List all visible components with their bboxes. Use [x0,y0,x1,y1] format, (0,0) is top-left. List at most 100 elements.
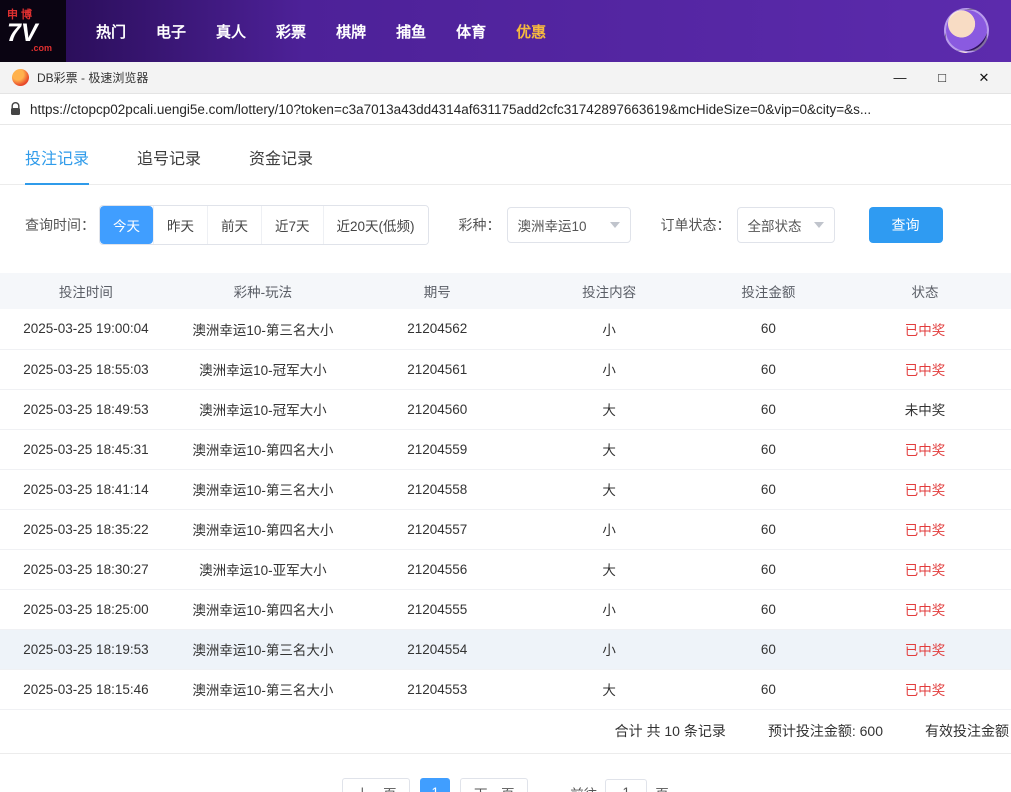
status-select-value: 全部状态 [747,219,802,234]
cell-game: 澳洲幸运10-冠军大小 [171,389,354,430]
cell-content: 小 [520,349,698,390]
cell-content: 大 [520,549,698,590]
browser-title-bar: DB彩票 - 极速浏览器 — □ ✕ [0,62,1011,94]
cell-status: 已中奖 [839,669,1011,710]
cell-status: 已中奖 [839,349,1011,390]
table-row: 2025-03-25 19:00:04 澳洲幸运10-第三名大小 2120456… [0,309,1011,350]
tab-chase-records[interactable]: 追号记录 [137,145,201,185]
maximize-button[interactable]: □ [921,62,963,94]
query-button[interactable]: 查询 [868,207,943,243]
goto-suffix: 页 [655,783,669,792]
header-game: 彩种-玩法 [171,273,354,309]
cell-game: 澳洲幸运10-第三名大小 [171,309,354,350]
cell-bet-time: 2025-03-25 19:00:04 [0,309,172,350]
cell-issue: 21204555 [353,589,521,630]
cell-bet-time: 2025-03-25 18:55:03 [0,349,172,390]
cell-status: 已中奖 [839,629,1011,670]
cell-game: 澳洲幸运10-第四名大小 [171,589,354,630]
cell-amount: 60 [697,549,840,590]
bet-records-table: 投注时间 彩种-玩法 期号 投注内容 投注金额 状态 2025-03-25 19… [0,273,1011,710]
table-row: 2025-03-25 18:30:27 澳洲幸运10-亚军大小 21204556… [0,549,1011,590]
brand-logo[interactable]: 申博 7V .com [0,0,66,62]
status-filter-label: 订单状态： [660,217,731,233]
time-option-daybefore[interactable]: 前天 [207,206,261,244]
cell-issue: 21204562 [353,309,521,350]
record-tabs: 投注记录 追号记录 资金记录 [0,125,1011,185]
cell-issue: 21204558 [353,469,521,510]
header-amount: 投注金额 [697,273,840,309]
url-text: https://ctopcp02pcali.uengi5e.com/lotter… [30,101,872,117]
summary-expected: 预计投注金额: 600 [767,723,883,739]
cell-bet-time: 2025-03-25 18:25:00 [0,589,172,630]
nav-item-live[interactable]: 真人 [216,21,246,42]
time-option-today[interactable]: 今天 [100,206,153,244]
cell-game: 澳洲幸运10-冠军大小 [171,349,354,390]
cell-amount: 60 [697,389,840,430]
summary-valid: 有效投注金额 [925,723,1009,739]
header-status: 状态 [839,273,1011,309]
tab-bet-records[interactable]: 投注记录 [25,145,90,185]
chevron-down-icon [813,222,824,228]
nav-item-sports[interactable]: 体育 [456,21,486,42]
nav-item-promo[interactable]: 优惠 [516,21,546,42]
cell-bet-time: 2025-03-25 18:49:53 [0,389,172,430]
goto-page: 前往 页 [570,778,669,792]
pagination: 上一页 1 下一页 前往 页 [0,777,1011,792]
cell-game: 澳洲幸运10-第四名大小 [171,509,354,550]
cell-amount: 60 [697,669,840,710]
cell-status: 已中奖 [839,509,1011,550]
lottery-select[interactable]: 澳洲幸运10 [506,207,631,243]
cell-amount: 60 [697,469,840,510]
tab-fund-records[interactable]: 资金记录 [249,145,313,185]
page-number-current[interactable]: 1 [420,777,451,792]
cell-issue: 21204556 [353,549,521,590]
cell-game: 澳洲幸运10-亚军大小 [171,549,354,590]
filter-bar: 查询时间： 今天 昨天 前天 近7天 近20天(低频) 彩种： 澳洲幸运10 订… [0,185,1011,245]
nav-item-fishing[interactable]: 捕鱼 [396,21,426,42]
time-filter-label: 查询时间： [25,217,95,233]
minimize-button[interactable]: — [879,62,921,94]
time-option-7days[interactable]: 近7天 [261,206,323,244]
browser-favicon-icon [12,69,29,86]
close-button[interactable]: ✕ [963,62,1005,94]
nav-item-slots[interactable]: 电子 [156,21,186,42]
cell-amount: 60 [697,429,840,470]
goto-page-input[interactable] [605,778,648,792]
table-row: 2025-03-25 18:19:53 澳洲幸运10-第三名大小 2120455… [0,629,1011,670]
cell-bet-time: 2025-03-25 18:30:27 [0,549,172,590]
time-option-20days[interactable]: 近20天(低频) [322,206,428,244]
cell-issue: 21204560 [353,389,521,430]
time-option-yesterday[interactable]: 昨天 [153,206,207,244]
nav-item-board[interactable]: 棋牌 [336,21,366,42]
cell-status: 已中奖 [839,469,1011,510]
summary-bar: 合计 共 10 条记录 预计投注金额: 600 有效投注金额 [0,710,1011,754]
nav-item-lottery[interactable]: 彩票 [276,21,306,42]
table-row: 2025-03-25 18:55:03 澳洲幸运10-冠军大小 21204561… [0,349,1011,390]
order-status-select[interactable]: 全部状态 [736,207,835,243]
user-avatar[interactable] [944,8,989,53]
next-page-button[interactable]: 下一页 [460,777,529,792]
cell-content: 大 [520,429,698,470]
chevron-down-icon [609,222,620,228]
nav-item-hot[interactable]: 热门 [96,21,126,42]
cell-bet-time: 2025-03-25 18:45:31 [0,429,172,470]
prev-page-button[interactable]: 上一页 [342,777,411,792]
cell-issue: 21204557 [353,509,521,550]
top-nav: 申博 7V .com 热门 电子 真人 彩票 棋牌 捕鱼 体育 优惠 [0,0,1011,62]
cell-content: 小 [520,309,698,350]
header-content: 投注内容 [520,273,698,309]
cell-bet-time: 2025-03-25 18:35:22 [0,509,172,550]
window-controls: — □ ✕ [879,62,1005,94]
cell-amount: 60 [697,349,840,390]
cell-content: 大 [520,389,698,430]
cell-amount: 60 [697,589,840,630]
cell-issue: 21204553 [353,669,521,710]
lock-icon[interactable] [10,102,21,116]
cell-game: 澳洲幸运10-第三名大小 [171,669,354,710]
address-bar[interactable]: https://ctopcp02pcali.uengi5e.com/lotter… [0,94,1011,125]
window-title: DB彩票 - 极速浏览器 [37,71,149,85]
table-row: 2025-03-25 18:25:00 澳洲幸运10-第四名大小 2120455… [0,589,1011,630]
cell-status: 已中奖 [839,309,1011,350]
time-filter-group: 今天 昨天 前天 近7天 近20天(低频) [99,205,429,245]
cell-bet-time: 2025-03-25 18:19:53 [0,629,172,670]
